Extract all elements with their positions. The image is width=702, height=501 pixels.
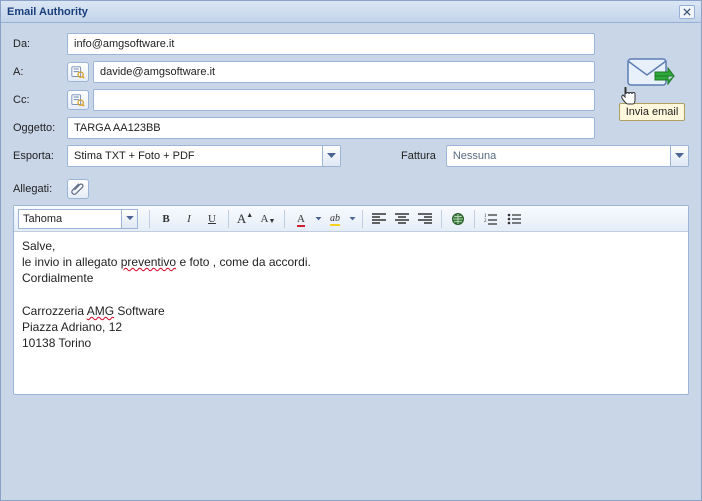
invoice-combo[interactable]: Nessuna	[446, 145, 689, 167]
chevron-down-icon	[315, 217, 322, 221]
bold-button[interactable]: B	[155, 209, 177, 229]
row-subject: Oggetto:	[13, 117, 595, 139]
decrease-font-button[interactable]: A▼	[257, 209, 279, 229]
body-text: Software	[114, 304, 165, 318]
toolbar-separator	[441, 210, 442, 228]
body-text: 10138 Torino	[22, 336, 91, 350]
cc-addressbook-button[interactable]	[67, 90, 89, 110]
label-cc: Cc:	[13, 94, 67, 106]
window-title: Email Authority	[7, 6, 679, 18]
toolbar-separator	[149, 210, 150, 228]
body-text: Piazza Adriano, 12	[22, 320, 122, 334]
highlight-button[interactable]: ab	[324, 209, 346, 229]
font-color-button[interactable]: A	[290, 209, 312, 229]
label-subject: Oggetto:	[13, 122, 67, 134]
toolbar-separator	[362, 210, 363, 228]
invoice-combo-text: Nessuna	[453, 150, 496, 162]
ordered-list-icon: 1 2	[484, 213, 498, 225]
label-invoice: Fattura	[401, 150, 436, 162]
align-center-button[interactable]	[391, 209, 413, 229]
font-decrease-icon: A▼	[261, 213, 276, 225]
addressbook-search-icon	[71, 93, 85, 107]
body-text: e foto , come da accordi.	[176, 255, 311, 269]
font-family-combo[interactable]: Tahoma	[18, 209, 138, 229]
export-combo-text: Stima TXT + Foto + PDF	[74, 150, 195, 162]
align-center-icon	[395, 213, 409, 225]
row-attachments: Allegati:	[13, 179, 689, 199]
svg-text:2: 2	[484, 219, 487, 224]
editor-body[interactable]: Salve, le invio in allegato preventivo e…	[14, 232, 688, 394]
label-attachments: Allegati:	[13, 183, 67, 195]
addressbook-search-icon	[71, 65, 85, 79]
font-family-text: Tahoma	[23, 213, 62, 225]
editor-toolbar: Tahoma B I U A▲ A▼ A	[14, 206, 688, 232]
globe-link-icon	[451, 212, 465, 226]
toolbar-separator	[474, 210, 475, 228]
rich-text-editor: Tahoma B I U A▲ A▼ A	[13, 205, 689, 395]
content-area: Da: A: Cc:	[1, 23, 701, 500]
underline-button[interactable]: U	[201, 209, 223, 229]
italic-button[interactable]: I	[178, 209, 200, 229]
label-to: A:	[13, 66, 67, 78]
send-button[interactable]	[622, 53, 682, 99]
unordered-list-icon	[507, 213, 521, 225]
ordered-list-button[interactable]: 1 2	[480, 209, 502, 229]
email-window: Email Authority Da: A:	[0, 0, 702, 501]
unordered-list-button[interactable]	[503, 209, 525, 229]
chevron-down-icon	[121, 210, 137, 228]
font-increase-icon: A▲	[237, 211, 253, 227]
cursor-pointer-icon	[620, 87, 638, 107]
close-icon	[683, 8, 691, 16]
to-addressbook-button[interactable]	[67, 62, 89, 82]
font-color-dropdown[interactable]	[313, 209, 323, 229]
label-export: Esporta:	[13, 150, 67, 162]
row-to: A:	[13, 61, 595, 83]
send-block: Invia email	[617, 53, 687, 121]
highlight-icon: ab	[330, 213, 340, 224]
align-right-icon	[418, 213, 432, 225]
chevron-down-icon	[670, 146, 688, 166]
chevron-down-icon	[322, 146, 340, 166]
align-left-icon	[372, 213, 386, 225]
body-text: Cordialmente	[22, 271, 93, 285]
body-text: le invio in allegato	[22, 255, 121, 269]
row-export: Esporta: Stima TXT + Foto + PDF Fattura …	[13, 145, 689, 167]
align-right-button[interactable]	[414, 209, 436, 229]
font-color-icon: A	[297, 213, 305, 225]
toolbar-separator	[228, 210, 229, 228]
toolbar-separator	[284, 210, 285, 228]
titlebar: Email Authority	[1, 1, 701, 23]
to-field[interactable]	[93, 61, 595, 83]
align-left-button[interactable]	[368, 209, 390, 229]
attach-button[interactable]	[67, 179, 89, 199]
body-text-misspelled: preventivo	[121, 255, 176, 269]
insert-link-button[interactable]	[447, 209, 469, 229]
close-button[interactable]	[679, 5, 695, 19]
row-from: Da:	[13, 33, 595, 55]
from-field[interactable]	[67, 33, 595, 55]
subject-field[interactable]	[67, 117, 595, 139]
label-from: Da:	[13, 38, 67, 50]
highlight-dropdown[interactable]	[347, 209, 357, 229]
paperclip-icon	[71, 182, 85, 196]
chevron-down-icon	[349, 217, 356, 221]
export-combo[interactable]: Stima TXT + Foto + PDF	[67, 145, 341, 167]
body-text: Carrozzeria	[22, 304, 87, 318]
increase-font-button[interactable]: A▲	[234, 209, 256, 229]
cc-field[interactable]	[93, 89, 595, 111]
row-cc: Cc:	[13, 89, 595, 111]
body-text-misspelled: AMG	[87, 304, 114, 318]
body-text: Salve,	[22, 239, 55, 253]
